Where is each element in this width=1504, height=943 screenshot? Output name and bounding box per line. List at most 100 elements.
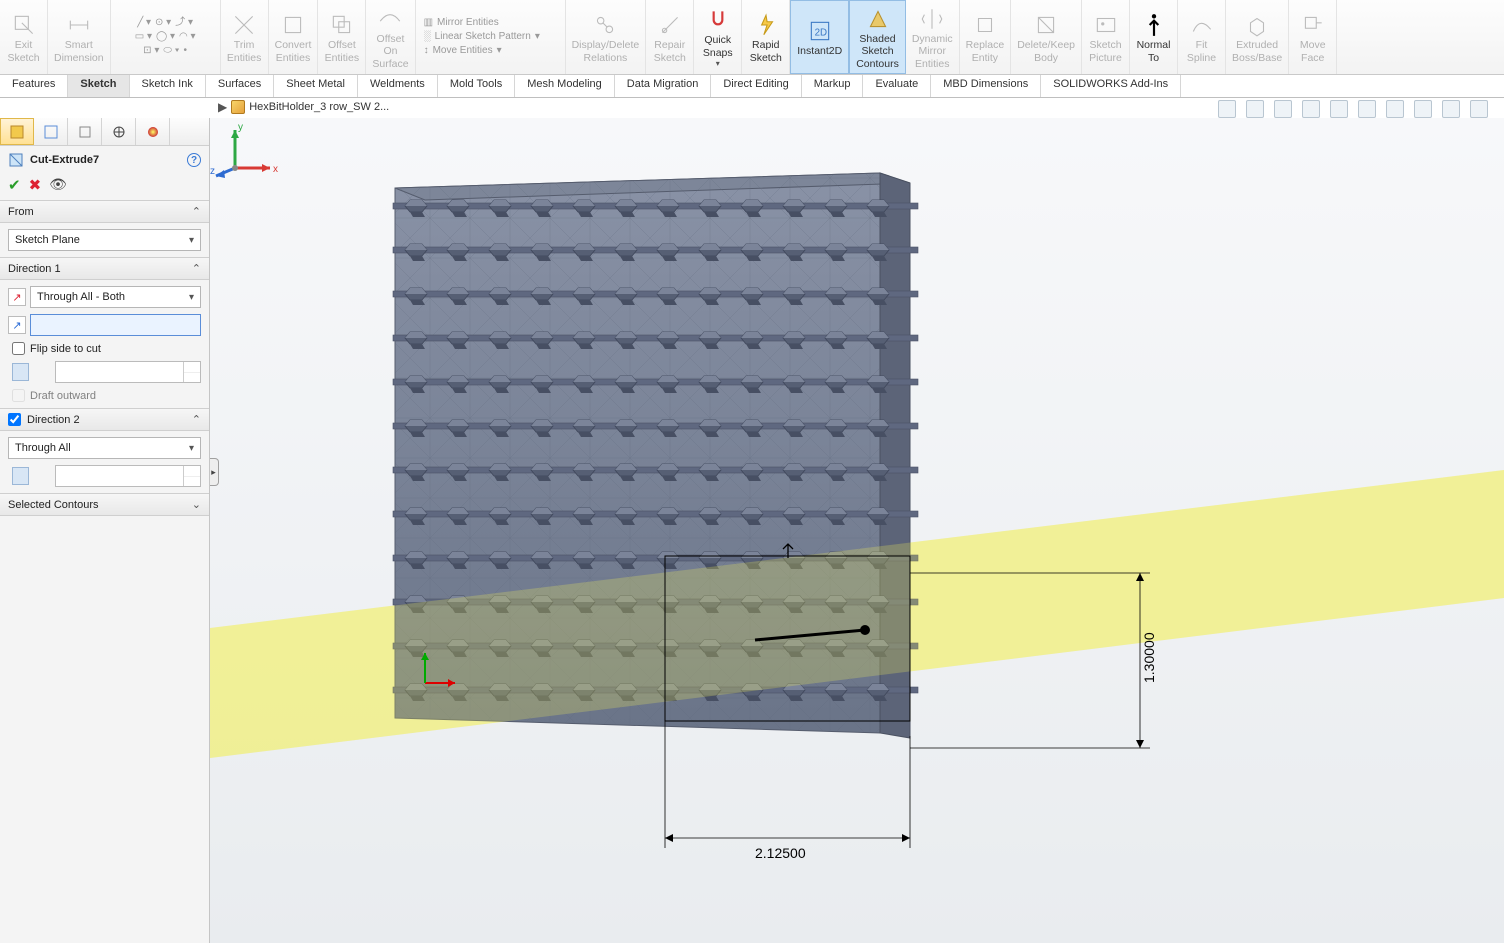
- tab-mesh-modeling[interactable]: Mesh Modeling: [515, 75, 615, 97]
- hide-show-icon[interactable]: [1386, 100, 1404, 118]
- feature-title-row: Cut-Extrude7 ?: [0, 146, 209, 174]
- sketch-picture-button[interactable]: Sketch Picture: [1082, 0, 1130, 74]
- tab-weldments[interactable]: Weldments: [358, 75, 438, 97]
- property-manager: Cut-Extrude7 ? ✔ ✖ 👁 From⌃ Sketch Plane …: [0, 118, 210, 943]
- breadcrumb-text: HexBitHolder_3 row_SW 2...: [249, 101, 389, 113]
- from-section-header[interactable]: From⌃: [0, 200, 209, 223]
- draft2-angle-spinner[interactable]: [55, 465, 201, 487]
- display-style-icon[interactable]: [1358, 100, 1376, 118]
- reverse-direction-icon[interactable]: ↗: [8, 288, 26, 306]
- smart-dimension-button[interactable]: Smart Dimension: [48, 0, 111, 74]
- direction1-distance-input[interactable]: [30, 314, 201, 336]
- edit-appearance-icon[interactable]: [1414, 100, 1432, 118]
- tab-sketch-ink[interactable]: Sketch Ink: [130, 75, 206, 97]
- svg-text:2.12500: 2.12500: [755, 845, 806, 861]
- property-manager-tab[interactable]: [34, 118, 68, 145]
- preview-toggle[interactable]: 👁: [49, 176, 67, 194]
- draft-icon[interactable]: [12, 363, 29, 381]
- repair-sketch-button[interactable]: Repair Sketch: [646, 0, 694, 74]
- ok-button[interactable]: ✔: [8, 176, 21, 194]
- tab-mbd-dimensions[interactable]: MBD Dimensions: [931, 75, 1041, 97]
- tab-solidworks-add-ins[interactable]: SOLIDWORKS Add-Ins: [1041, 75, 1181, 97]
- replace-entity-button[interactable]: Replace Entity: [960, 0, 1012, 74]
- trim-entities-button[interactable]: Trim Entities: [221, 0, 269, 74]
- normal-to-button[interactable]: Normal To: [1130, 0, 1178, 74]
- breadcrumb[interactable]: ▶ HexBitHolder_3 row_SW 2...: [218, 100, 389, 114]
- svg-text:1.30000: 1.30000: [1141, 632, 1157, 683]
- display-delete-relations-button[interactable]: Display/Delete Relations: [566, 0, 647, 74]
- dimxpert-tab[interactable]: [102, 118, 136, 145]
- svg-text:y: y: [238, 122, 243, 133]
- tab-data-migration[interactable]: Data Migration: [615, 75, 712, 97]
- part-icon: [231, 100, 245, 114]
- flyout-grip[interactable]: ▸: [210, 458, 219, 486]
- replace-icon: [972, 12, 998, 38]
- tab-markup[interactable]: Markup: [802, 75, 864, 97]
- extrude-icon: [1244, 12, 1270, 38]
- dimension-horizontal[interactable]: 2.12500: [665, 721, 910, 861]
- direction2-end-condition[interactable]: Through All: [8, 437, 201, 459]
- convert-entities-button[interactable]: Convert Entities: [269, 0, 319, 74]
- pattern-group[interactable]: ▥Mirror Entities ░Linear Sketch Pattern▾…: [416, 0, 566, 74]
- from-combo[interactable]: Sketch Plane: [8, 229, 201, 251]
- quick-snaps-button[interactable]: Quick Snaps ▾: [694, 0, 742, 74]
- dynamic-mirror-button[interactable]: Dynamic Mirror Entities: [906, 0, 960, 74]
- graphics-area[interactable]: 2.12500 1.30000 x y z ▸: [210, 118, 1504, 943]
- exit-sketch-button[interactable]: Exit Sketch: [0, 0, 48, 74]
- direction2-header[interactable]: Direction 2⌃: [0, 408, 209, 431]
- tab-sheet-metal[interactable]: Sheet Metal: [274, 75, 358, 97]
- apply-scene-icon[interactable]: [1442, 100, 1460, 118]
- direction2-enable-checkbox[interactable]: [8, 413, 21, 426]
- tab-direct-editing[interactable]: Direct Editing: [711, 75, 801, 97]
- feature-name: Cut-Extrude7: [30, 154, 99, 166]
- feature-tree-tab[interactable]: [0, 118, 34, 145]
- draft-outward-checkbox: [12, 389, 25, 402]
- svg-text:x: x: [273, 164, 278, 175]
- direction-arrow-icon[interactable]: ↗: [8, 316, 26, 334]
- move-face-button[interactable]: Move Face: [1289, 0, 1337, 74]
- direction1-end-condition[interactable]: Through All - Both: [30, 286, 201, 308]
- shaded-sketch-contours-button[interactable]: Shaded Sketch Contours: [849, 0, 906, 74]
- dimension-icon: [66, 12, 92, 38]
- tab-mold-tools[interactable]: Mold Tools: [438, 75, 515, 97]
- tab-surfaces[interactable]: Surfaces: [206, 75, 274, 97]
- zoom-area-icon[interactable]: [1246, 100, 1264, 118]
- cancel-button[interactable]: ✖: [29, 176, 42, 194]
- tab-features[interactable]: Features: [0, 75, 68, 97]
- direction1-header[interactable]: Direction 1⌃: [0, 257, 209, 280]
- section-view-icon[interactable]: [1302, 100, 1320, 118]
- feature-manager-tabs: [0, 118, 209, 146]
- help-icon[interactable]: ?: [187, 153, 201, 167]
- view-settings-icon[interactable]: [1470, 100, 1488, 118]
- configuration-tab[interactable]: [68, 118, 102, 145]
- tab-sketch[interactable]: Sketch: [68, 75, 129, 97]
- snap-icon: [705, 7, 731, 33]
- draft-angle-spinner[interactable]: [55, 361, 201, 383]
- draft2-icon[interactable]: [12, 467, 29, 485]
- offset-entities-button[interactable]: Offset Entities: [318, 0, 366, 74]
- zoom-to-fit-icon[interactable]: [1218, 100, 1236, 118]
- repair-icon: [657, 12, 683, 38]
- relations-icon: [592, 12, 618, 38]
- extruded-boss-button[interactable]: Extruded Boss/Base: [1226, 0, 1289, 74]
- svg-text:z: z: [210, 166, 215, 177]
- rapid-sketch-button[interactable]: Rapid Sketch: [742, 0, 790, 74]
- offset-on-surface-button[interactable]: Offset On Surface: [366, 0, 415, 74]
- flip-side-checkbox[interactable]: [12, 342, 25, 355]
- instant2d-button[interactable]: 2D Instant2D: [790, 0, 849, 74]
- delete-keep-body-button[interactable]: Delete/Keep Body: [1011, 0, 1082, 74]
- deletekeep-icon: [1033, 12, 1059, 38]
- previous-view-icon[interactable]: [1274, 100, 1292, 118]
- view-orientation-icon[interactable]: [1330, 100, 1348, 118]
- offset-surf-icon: [377, 6, 403, 32]
- selected-contours-header[interactable]: Selected Contours⌄: [0, 493, 209, 516]
- command-manager-tabs: FeaturesSketchSketch InkSurfacesSheet Me…: [0, 75, 1504, 98]
- picture-icon: [1093, 12, 1119, 38]
- orientation-triad[interactable]: x y z: [210, 118, 280, 188]
- spline-icon: [1189, 12, 1215, 38]
- display-manager-tab[interactable]: [136, 118, 170, 145]
- instant2d-icon: 2D: [807, 18, 833, 44]
- sketch-tools-group[interactable]: ╱ ▾⊙ ▾⤴ ▾ ▭ ▾◯ ▾◠ ▾ ⊡ ▾⬭ ▾•: [111, 0, 221, 74]
- tab-evaluate[interactable]: Evaluate: [863, 75, 931, 97]
- fit-spline-button[interactable]: Fit Spline: [1178, 0, 1226, 74]
